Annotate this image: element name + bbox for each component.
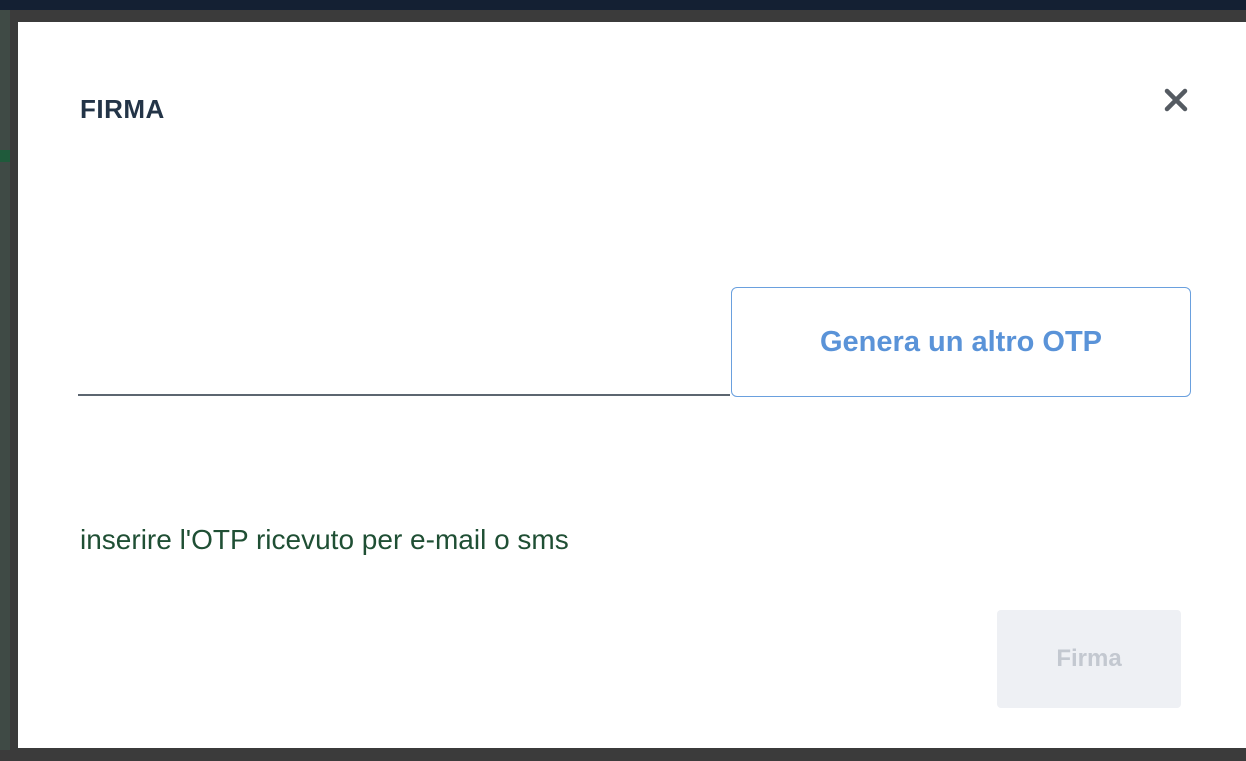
background-accent [0,150,10,162]
background-page-edge [0,10,10,750]
otp-helper-text: inserire l'OTP ricevuto per e-mail o sms [80,524,569,555]
close-icon [1158,82,1194,118]
sign-button[interactable]: Firma [997,610,1181,708]
otp-input[interactable] [78,362,730,396]
background-header-bar [0,0,1246,10]
regenerate-otp-button[interactable]: Genera un altro OTP [731,287,1191,397]
dialog-title: FIRMA [80,94,165,124]
close-button[interactable] [1158,82,1194,118]
sign-dialog: FIRMA Genera un altro OTP inserire l'OTP… [18,22,1246,748]
